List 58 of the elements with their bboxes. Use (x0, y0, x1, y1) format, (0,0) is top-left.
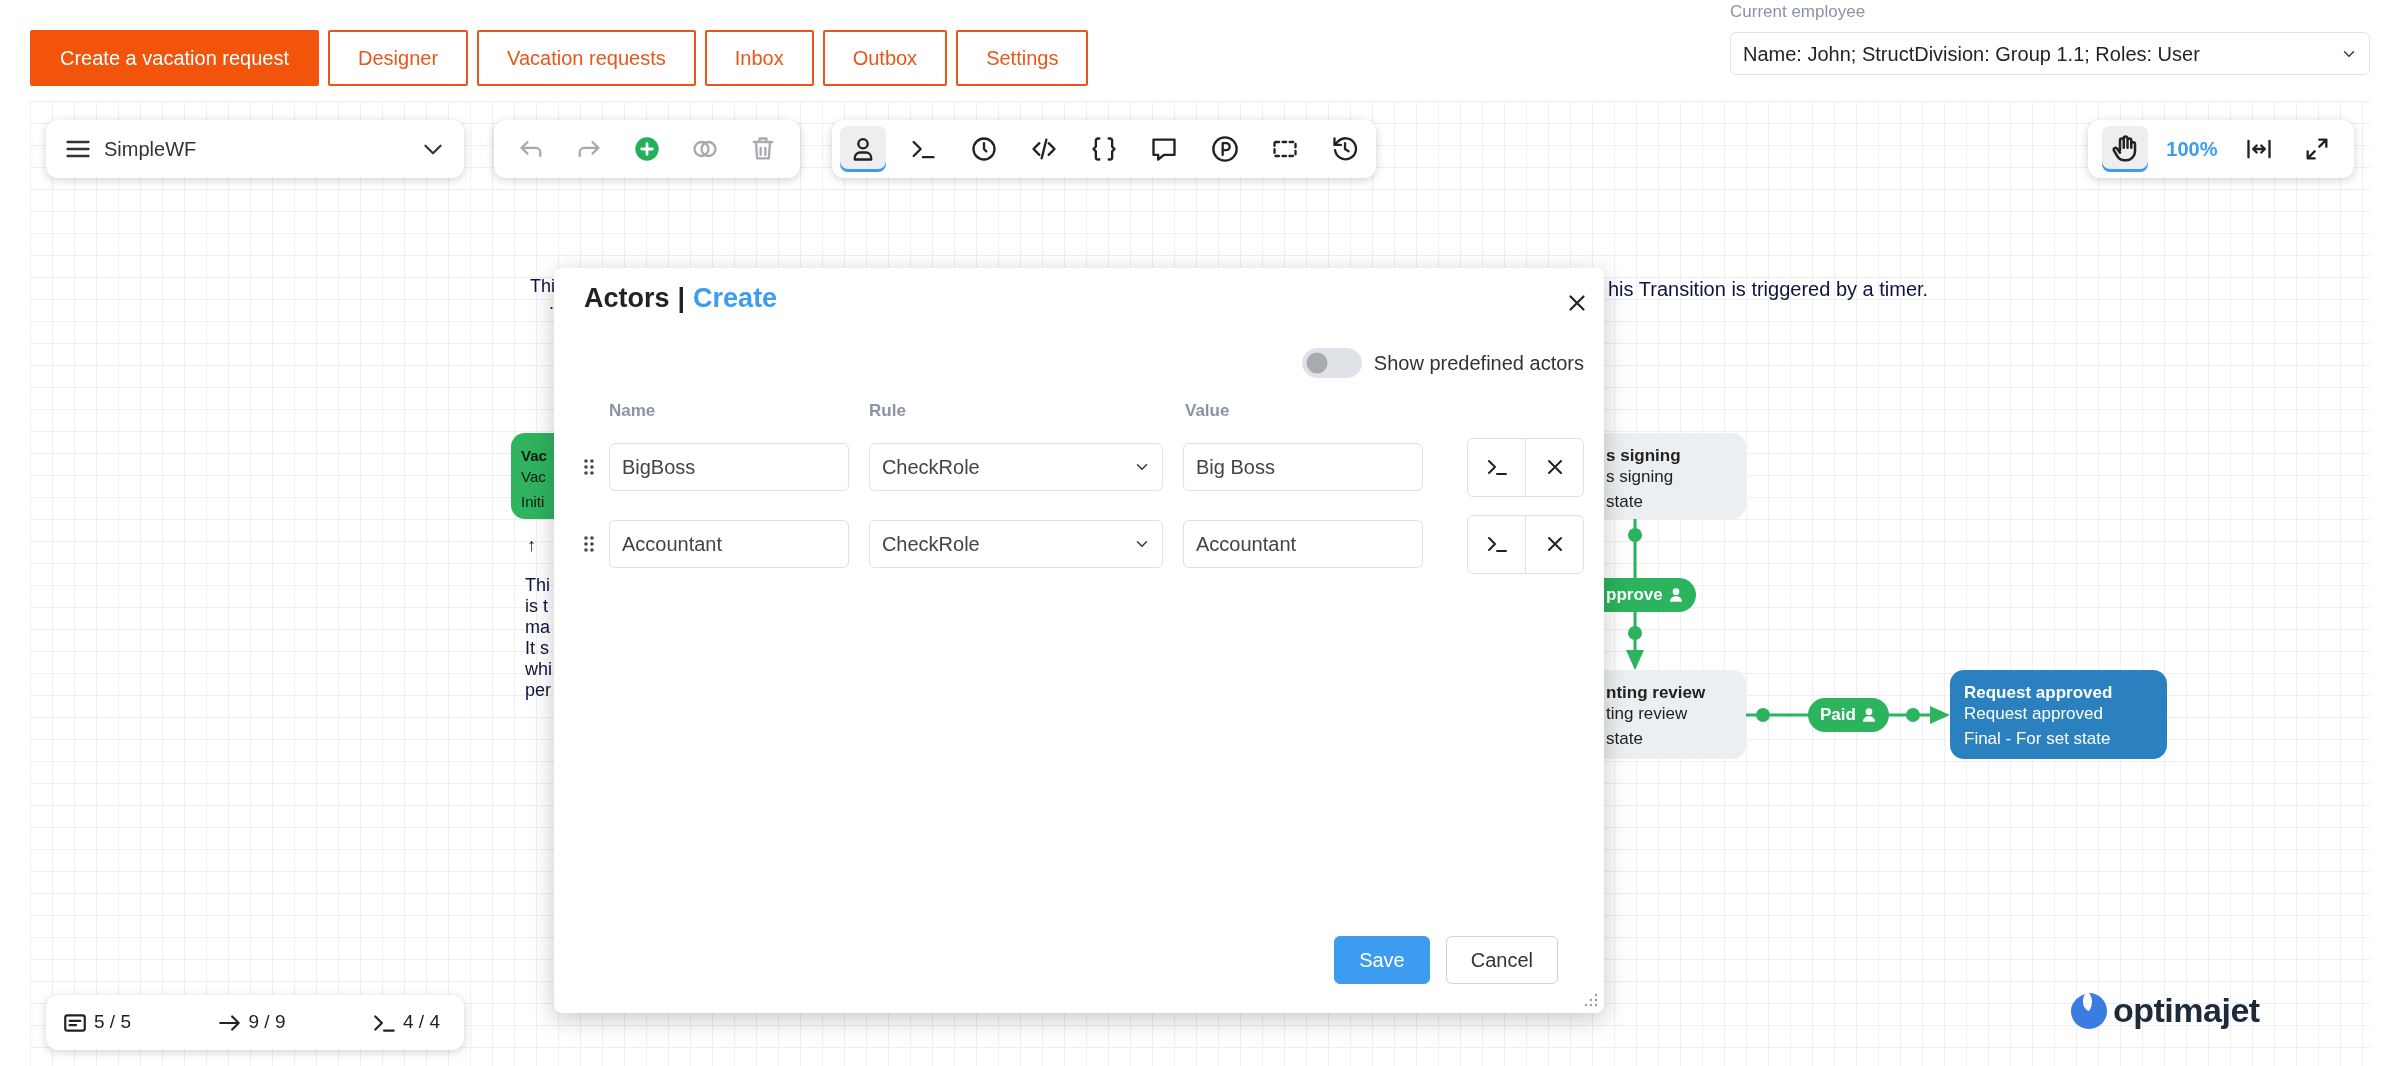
toolbar-button[interactable] (840, 126, 886, 172)
value-field[interactable]: Big Boss (1183, 443, 1423, 492)
node-type: Final - For set state (1964, 728, 2112, 749)
nav-button[interactable]: Inbox (704, 30, 814, 86)
node-title: nting review (1606, 682, 1707, 703)
column-header: Name (609, 400, 657, 423)
nav-button[interactable]: Outbox (822, 30, 948, 86)
logo-text: optimajet (2113, 990, 2260, 1031)
logo-icon (2069, 990, 2109, 1031)
note-text: . (549, 298, 554, 308)
workflow-select[interactable]: SimpleWF (46, 120, 464, 178)
node-name: Request approved (1964, 703, 2104, 724)
node-type: Initi (521, 492, 544, 512)
history-icon (1331, 135, 1359, 163)
dialog-title: Actors | Create (584, 282, 778, 315)
name-field[interactable]: Accountant (608, 520, 849, 569)
remove-button[interactable] (1525, 514, 1584, 574)
person-icon (1860, 707, 1877, 723)
nav-button[interactable]: Settings (956, 30, 1089, 86)
counter-text: 9 / 9 (248, 1010, 286, 1035)
node-type: state (1606, 491, 1644, 512)
field-label: Current employee (1730, 1, 1867, 23)
braces-icon (1090, 135, 1118, 163)
toggle-switch[interactable] (1301, 348, 1362, 379)
employee-select[interactable]: Name: John; StructDivision: Group 1.1; Roles: User (1730, 32, 2370, 75)
node-title: Request approved (1964, 682, 2114, 703)
nav-button[interactable]: Designer (328, 30, 469, 86)
toggle-label: Show predefined actors (1373, 351, 1584, 377)
value-field[interactable]: Accountant (1183, 520, 1423, 569)
p-circle-icon (1210, 135, 1239, 163)
drag-handle-icon[interactable] (584, 536, 594, 553)
counter-text: 5 / 5 (94, 1010, 131, 1035)
column-header: Rule (869, 400, 907, 423)
node-name: ting review (1606, 703, 1689, 724)
remove-button[interactable] (1525, 437, 1584, 497)
person-icon (1667, 587, 1684, 603)
clock-icon (969, 135, 998, 163)
label-text: pprove (1606, 584, 1663, 607)
nav-button[interactable]: Vacation requests (477, 30, 696, 86)
node-name: s signing (1606, 466, 1675, 487)
rule-select[interactable]: CheckRole (868, 520, 1163, 569)
name-field[interactable]: BigBoss (608, 443, 849, 492)
column-header: Value (1185, 400, 1231, 423)
note-text: his Transition is triggered by a timer. (1608, 279, 1929, 300)
node-name: Vac (521, 467, 544, 487)
node-title: s signing (1606, 445, 1682, 466)
dialog-button[interactable]: Cancel (1445, 936, 1558, 984)
resize-grip-icon[interactable] (1584, 993, 1598, 1007)
drag-handle-icon[interactable] (584, 459, 594, 476)
node-type: state (1606, 728, 1644, 749)
arrow-glyph: ↑ (527, 535, 536, 556)
toolbar-button[interactable] (2102, 126, 2149, 172)
counter-text: 4 / 4 (403, 1010, 440, 1035)
rule-select[interactable]: CheckRole (868, 443, 1163, 492)
label-text: Paid (1820, 704, 1856, 727)
note-text: Thi (530, 276, 555, 297)
plus-icon (633, 135, 661, 163)
note-text: Thi is t ma It s whi per (525, 575, 552, 701)
